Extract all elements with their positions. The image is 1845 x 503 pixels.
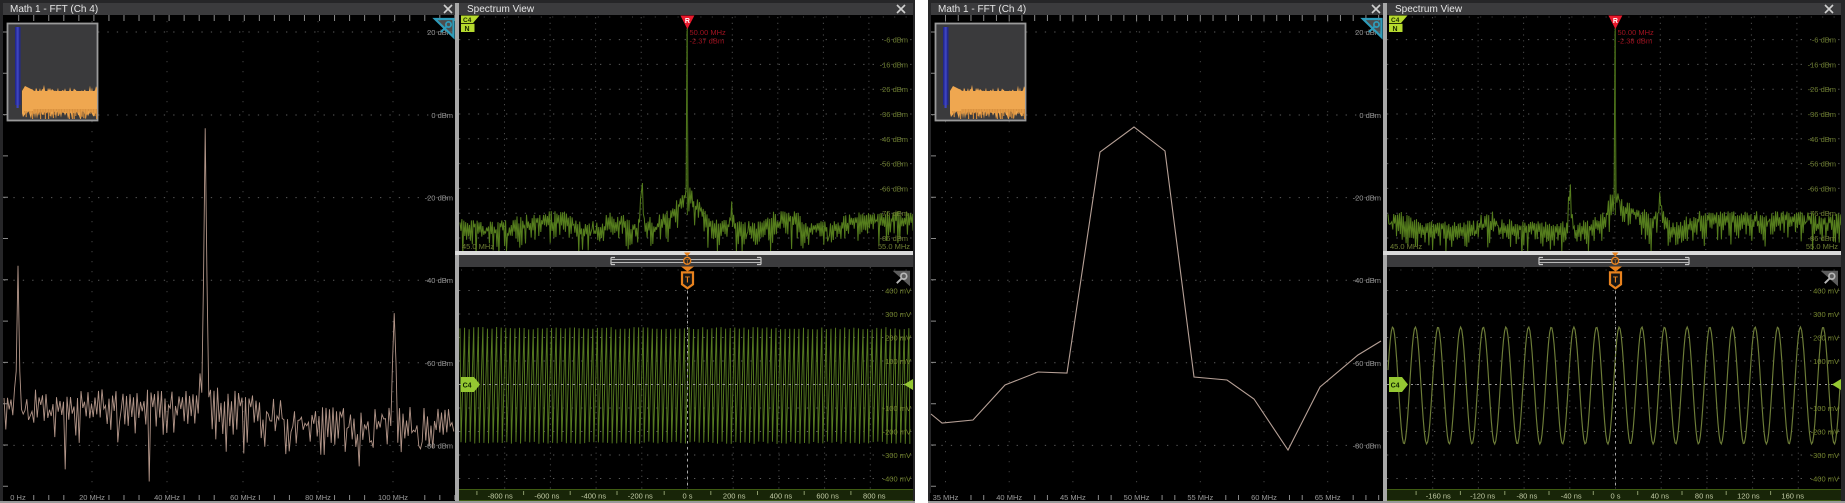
svg-text:Spectrum View: Spectrum View (1395, 4, 1463, 15)
svg-text:-26 dBm: -26 dBm (880, 85, 908, 94)
svg-text:C4: C4 (1391, 17, 1400, 24)
svg-text:100 mV: 100 mV (885, 357, 911, 366)
svg-text:R: R (685, 18, 690, 25)
svg-text:400 mV: 400 mV (1813, 286, 1839, 295)
svg-text:100 mV: 100 mV (1813, 357, 1839, 366)
svg-text:R: R (1613, 18, 1618, 25)
svg-text:-20 dBm: -20 dBm (425, 194, 453, 203)
svg-text:-20 dBm: -20 dBm (1353, 194, 1381, 203)
svg-text:80 ns: 80 ns (1695, 492, 1714, 501)
svg-text:0 s: 0 s (1610, 492, 1620, 501)
svg-text:-6 dBm: -6 dBm (884, 36, 908, 45)
svg-text:Math 1 - FFT (Ch 4): Math 1 - FFT (Ch 4) (938, 4, 1026, 15)
svg-text:-200 mV: -200 mV (1811, 427, 1839, 436)
svg-text:-160 ns: -160 ns (1426, 492, 1451, 501)
svg-text:-400 mV: -400 mV (1811, 474, 1839, 483)
svg-text:-800 ns: -800 ns (488, 492, 513, 501)
svg-text:-46 dBm: -46 dBm (1808, 135, 1836, 144)
svg-text:200 mV: 200 mV (885, 333, 911, 342)
svg-text:-40 ns: -40 ns (1561, 492, 1582, 501)
svg-text:200 mV: 200 mV (1813, 333, 1839, 342)
svg-text:-76 dBm: -76 dBm (880, 209, 908, 218)
svg-text:-100 mV: -100 mV (1811, 404, 1839, 413)
svg-text:-80 dBm: -80 dBm (425, 441, 453, 450)
svg-text:120 ns: 120 ns (1737, 492, 1760, 501)
svg-text:-600 ns: -600 ns (534, 492, 559, 501)
svg-text:0 s: 0 s (682, 492, 692, 501)
svg-text:-2.37 dBm: -2.37 dBm (690, 37, 725, 46)
svg-text:40 ns: 40 ns (1651, 492, 1670, 501)
svg-text:C4: C4 (1391, 383, 1400, 390)
svg-text:0 dBm: 0 dBm (431, 111, 453, 120)
svg-text:-300 mV: -300 mV (1811, 451, 1839, 460)
svg-text:Spectrum View: Spectrum View (467, 4, 535, 15)
svg-text:-56 dBm: -56 dBm (1808, 160, 1836, 169)
svg-text:-6 dBm: -6 dBm (1812, 36, 1836, 45)
svg-text:-66 dBm: -66 dBm (1808, 184, 1836, 193)
svg-text:T: T (685, 276, 690, 285)
svg-text:45.0 MHz: 45.0 MHz (462, 242, 494, 251)
svg-text:300 mV: 300 mV (885, 310, 911, 319)
svg-text:-46 dBm: -46 dBm (880, 135, 908, 144)
svg-text:0 dBm: 0 dBm (1359, 111, 1381, 120)
svg-text:C4: C4 (463, 17, 472, 24)
svg-text:-40 dBm: -40 dBm (425, 276, 453, 285)
svg-text:-16 dBm: -16 dBm (880, 60, 908, 69)
svg-text:T: T (685, 259, 689, 266)
svg-text:-40 dBm: -40 dBm (1353, 276, 1381, 285)
svg-text:C4: C4 (463, 383, 472, 390)
svg-text:-80 dBm: -80 dBm (1353, 441, 1381, 450)
svg-text:T: T (1613, 259, 1617, 266)
svg-text:T: T (1613, 276, 1618, 285)
svg-text:-36 dBm: -36 dBm (1808, 110, 1836, 119)
svg-text:-26 dBm: -26 dBm (1808, 85, 1836, 94)
svg-text:-36 dBm: -36 dBm (880, 110, 908, 119)
svg-text:200 ns: 200 ns (723, 492, 746, 501)
svg-text:-80 ns: -80 ns (1516, 492, 1537, 501)
svg-text:55.0 MHz: 55.0 MHz (1806, 242, 1838, 251)
svg-text:45.0 MHz: 45.0 MHz (1390, 242, 1422, 251)
svg-text:55.0 MHz: 55.0 MHz (878, 242, 910, 251)
svg-text:-400 ns: -400 ns (581, 492, 606, 501)
svg-text:800 ns: 800 ns (863, 492, 886, 501)
svg-text:-56 dBm: -56 dBm (880, 160, 908, 169)
svg-text:-2.38 dBm: -2.38 dBm (1618, 37, 1653, 46)
svg-text:-400 mV: -400 mV (883, 474, 911, 483)
svg-text:400 mV: 400 mV (885, 286, 911, 295)
svg-text:-60 dBm: -60 dBm (425, 359, 453, 368)
svg-text:-76 dBm: -76 dBm (1808, 209, 1836, 218)
svg-text:-200 mV: -200 mV (883, 427, 911, 436)
svg-text:-100 mV: -100 mV (883, 404, 911, 413)
svg-text:160 ns: 160 ns (1781, 492, 1804, 501)
svg-text:-200 ns: -200 ns (628, 492, 653, 501)
svg-text:600 ns: 600 ns (816, 492, 839, 501)
svg-text:-66 dBm: -66 dBm (880, 184, 908, 193)
svg-text:300 mV: 300 mV (1813, 310, 1839, 319)
svg-text:-60 dBm: -60 dBm (1353, 359, 1381, 368)
svg-text:-300 mV: -300 mV (883, 451, 911, 460)
svg-text:Math 1 - FFT (Ch 4): Math 1 - FFT (Ch 4) (10, 4, 98, 15)
svg-text:N: N (465, 26, 470, 33)
svg-text:-16 dBm: -16 dBm (1808, 60, 1836, 69)
svg-text:400 ns: 400 ns (770, 492, 793, 501)
svg-text:-120 ns: -120 ns (1470, 492, 1495, 501)
svg-text:N: N (1393, 26, 1398, 33)
